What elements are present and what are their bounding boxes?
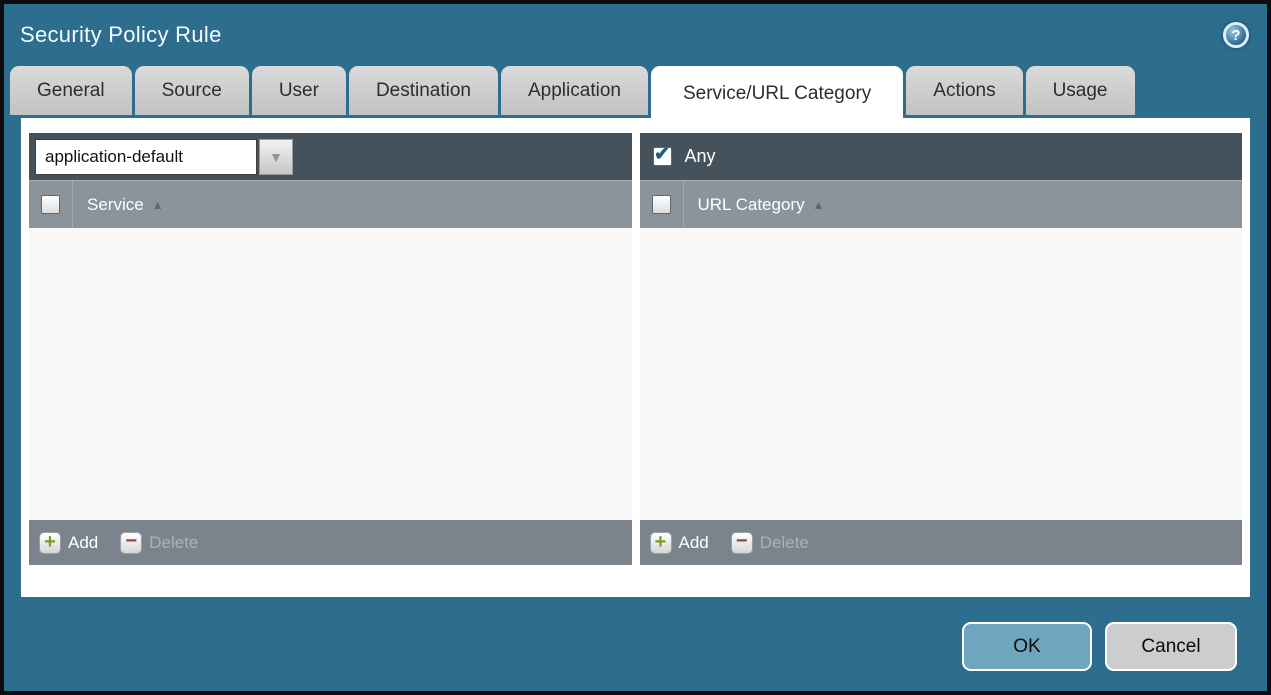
service-add-button[interactable]: + Add xyxy=(39,531,99,554)
dialog-title: Security Policy Rule xyxy=(20,22,222,47)
tab-service-url-category[interactable]: Service/URL Category xyxy=(650,66,904,122)
service-footer: + Add − Delete xyxy=(29,520,632,565)
titlebar: Security Policy Rule ? xyxy=(4,4,1267,66)
service-column-header[interactable]: Service xyxy=(87,195,144,215)
url-category-panel: ✔ Any URL Category ▲ + Add − Delete xyxy=(639,133,1242,565)
sort-asc-icon[interactable]: ▲ xyxy=(152,198,164,212)
service-list[interactable] xyxy=(29,228,632,520)
service-table-header: Service ▲ xyxy=(29,180,632,228)
plus-icon: + xyxy=(39,531,61,554)
ok-button[interactable]: OK xyxy=(962,622,1092,671)
any-label: Any xyxy=(684,146,716,166)
tab-application[interactable]: Application xyxy=(501,66,648,115)
chevron-down-icon: ▼ xyxy=(269,148,283,165)
service-delete-button[interactable]: − Delete xyxy=(120,531,199,554)
url-category-toolbar: ✔ Any xyxy=(639,133,1242,180)
delete-label: Delete xyxy=(759,532,809,552)
dialog-button-row: OK Cancel xyxy=(4,622,1237,671)
service-type-value[interactable]: application-default xyxy=(35,138,257,175)
url-category-add-button[interactable]: + Add xyxy=(649,531,709,554)
add-label: Add xyxy=(678,532,709,552)
tab-user[interactable]: User xyxy=(251,66,346,115)
security-policy-rule-dialog: Security Policy Rule ? General Source Us… xyxy=(0,0,1271,695)
check-icon: ✔ xyxy=(654,144,670,165)
url-category-footer: + Add − Delete xyxy=(639,520,1242,565)
minus-icon: − xyxy=(120,531,143,554)
tab-actions[interactable]: Actions xyxy=(906,66,1023,115)
url-category-select-all-cell xyxy=(640,181,684,228)
dropdown-button[interactable]: ▼ xyxy=(259,138,293,175)
delete-label: Delete xyxy=(149,532,199,552)
tab-content: application-default ▼ Service ▲ + Add − … xyxy=(21,118,1250,597)
tab-general[interactable]: General xyxy=(10,66,132,115)
service-select-all-checkbox[interactable] xyxy=(41,195,60,214)
url-category-column-header[interactable]: URL Category xyxy=(698,195,805,215)
help-icon[interactable]: ? xyxy=(1223,22,1249,48)
service-type-dropdown[interactable]: application-default ▼ xyxy=(35,138,293,175)
service-panel: application-default ▼ Service ▲ + Add − … xyxy=(29,133,632,565)
plus-icon: + xyxy=(649,531,672,554)
minus-icon: − xyxy=(730,531,753,554)
tab-bar: General Source User Destination Applicat… xyxy=(4,66,1267,122)
url-category-select-all-checkbox[interactable] xyxy=(651,195,671,214)
add-label: Add xyxy=(68,532,99,552)
cancel-button[interactable]: Cancel xyxy=(1105,622,1237,671)
service-select-all-cell xyxy=(29,181,73,228)
url-category-table-header: URL Category ▲ xyxy=(639,180,1242,228)
any-checkbox[interactable]: ✔ xyxy=(652,144,672,166)
sort-asc-icon[interactable]: ▲ xyxy=(813,198,825,212)
url-category-delete-button[interactable]: − Delete xyxy=(730,531,809,554)
url-category-list[interactable] xyxy=(639,228,1242,520)
service-toolbar: application-default ▼ xyxy=(29,133,632,180)
tab-usage[interactable]: Usage xyxy=(1025,66,1135,115)
tab-source[interactable]: Source xyxy=(134,66,249,115)
tab-destination[interactable]: Destination xyxy=(348,66,498,115)
